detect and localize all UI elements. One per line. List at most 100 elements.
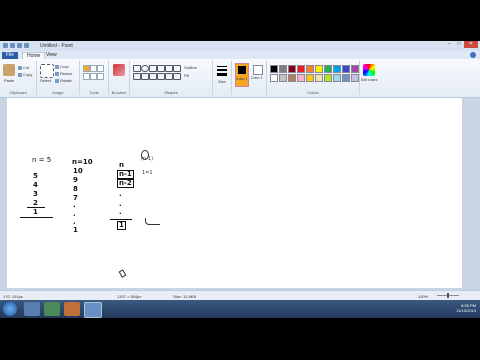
edit-colors-button[interactable]: Edit colors — [361, 78, 377, 82]
pencil-icon[interactable] — [83, 65, 90, 72]
color-swatch[interactable] — [342, 74, 350, 82]
arrow-shape-icon[interactable] — [173, 65, 181, 72]
color-swatch[interactable] — [306, 65, 314, 73]
callout-shape-icon[interactable] — [141, 73, 149, 80]
fill-button[interactable]: Fill — [184, 73, 189, 78]
rectangle-shape-icon[interactable] — [149, 65, 157, 72]
color-swatch[interactable] — [270, 74, 278, 82]
zoom-slider-thumb[interactable] — [447, 293, 449, 298]
color-picker-icon[interactable] — [90, 73, 97, 80]
color-swatch[interactable] — [270, 65, 278, 73]
diamond-shape-icon[interactable] — [165, 65, 173, 72]
color-swatch[interactable] — [315, 65, 323, 73]
rotate-button[interactable]: Rotate — [55, 78, 72, 83]
undo-icon[interactable] — [17, 43, 22, 48]
col3-item: . — [119, 200, 122, 208]
outline-button[interactable]: Outline — [184, 65, 197, 70]
minimize-button[interactable]: – — [444, 41, 454, 48]
color-swatch[interactable] — [333, 74, 341, 82]
color-swatch[interactable] — [342, 65, 350, 73]
drawing-canvas[interactable]: n = 5 5 4 3 2 1 n=10 10 9 8 7 . . . 1 n … — [7, 98, 462, 288]
cursor-position: 170, 191px — [3, 294, 23, 299]
col2-value: 1 — [73, 226, 78, 234]
col1-value: 5 — [33, 172, 38, 180]
color-swatch[interactable] — [279, 65, 287, 73]
resize-icon — [55, 71, 59, 76]
color1-swatch — [238, 66, 246, 74]
system-clock[interactable]: 8:35 PM 11/10/2013 — [456, 303, 476, 313]
eraser-icon[interactable] — [83, 73, 90, 80]
group-image: Select Crop Resize Rotate Image — [37, 61, 80, 95]
color-swatch[interactable] — [351, 65, 359, 73]
select-button[interactable]: Select — [40, 78, 51, 83]
paste-icon[interactable] — [3, 64, 15, 76]
copy-icon — [18, 72, 22, 77]
triangle-shape-icon[interactable] — [157, 65, 165, 72]
col1-value: 1 — [33, 208, 38, 216]
color2-button[interactable]: Color 2 — [251, 63, 263, 85]
group-label: Colors — [307, 90, 319, 95]
underline — [20, 217, 53, 218]
col3-item: . — [119, 208, 122, 216]
taskbar-firefox-icon[interactable] — [64, 302, 80, 316]
taskbar-paint-icon[interactable] — [84, 302, 102, 318]
hexagon-shape-icon[interactable] — [165, 73, 173, 80]
color-swatch[interactable] — [351, 74, 359, 82]
canvas-workspace: n = 5 5 4 3 2 1 n=10 10 9 8 7 . . . 1 n … — [0, 98, 480, 290]
close-button[interactable]: ✕ — [464, 41, 478, 48]
color-swatch[interactable] — [279, 74, 287, 82]
crop-button[interactable]: Crop — [55, 64, 69, 69]
group-tools: Tools — [80, 61, 109, 95]
paste-button[interactable]: Paste — [4, 78, 14, 83]
maximize-button[interactable]: □ — [454, 41, 464, 48]
star-shape-icon[interactable] — [133, 73, 141, 80]
taskbar-media-icon[interactable] — [44, 302, 60, 316]
line-shape-icon[interactable] — [133, 65, 141, 72]
size-button[interactable]: Size — [218, 79, 226, 84]
zoom-level: 100% — [418, 294, 429, 299]
color-swatch[interactable] — [333, 65, 341, 73]
tab-file[interactable]: File — [2, 52, 19, 59]
cut-button[interactable]: Cut — [18, 65, 29, 70]
group-label: Clipboard — [9, 90, 27, 95]
col2-value: 10 — [73, 167, 83, 175]
brush-icon[interactable] — [113, 64, 125, 76]
resize-button[interactable]: Resize — [55, 71, 72, 76]
color-swatch[interactable] — [324, 74, 332, 82]
heart-shape-icon[interactable] — [149, 73, 157, 80]
color-swatch[interactable] — [297, 74, 305, 82]
pencil-cursor-icon — [118, 269, 127, 278]
quick-access-toolbar — [3, 43, 29, 48]
lightning-shape-icon[interactable] — [157, 73, 165, 80]
fill-icon[interactable] — [90, 65, 97, 72]
select-icon[interactable] — [40, 64, 54, 78]
window-controls: – □ ✕ — [444, 41, 478, 48]
magnifier-icon[interactable] — [97, 73, 104, 80]
color1-button[interactable]: Color 1 — [235, 63, 249, 87]
color-swatch[interactable] — [324, 65, 332, 73]
save-icon[interactable] — [10, 43, 15, 48]
text-icon[interactable] — [97, 65, 104, 72]
edit-colors-icon[interactable] — [363, 64, 375, 76]
group-shapes: Outline Fill Shapes — [130, 61, 213, 95]
tab-view[interactable]: View — [42, 52, 61, 59]
oval-shape-icon[interactable] — [141, 65, 149, 72]
taskbar: 8:35 PM 11/10/2013 — [0, 300, 480, 318]
help-icon[interactable] — [470, 52, 476, 58]
group-label: Brushes — [111, 90, 127, 95]
taskbar-explorer-icon[interactable] — [24, 302, 40, 316]
color-swatch[interactable] — [288, 65, 296, 73]
pentagon-shape-icon[interactable] — [173, 73, 181, 80]
copy-button[interactable]: Copy — [18, 72, 32, 77]
paint-app-icon[interactable] — [3, 43, 8, 48]
ribbon-tabs: File Home View — [0, 51, 480, 60]
color-swatch[interactable] — [297, 65, 305, 73]
redo-icon[interactable] — [24, 43, 29, 48]
color-swatch[interactable] — [288, 74, 296, 82]
color-swatch[interactable] — [315, 74, 323, 82]
color-swatch[interactable] — [306, 74, 314, 82]
col2-value: . — [73, 201, 76, 209]
start-button[interactable] — [3, 302, 17, 316]
color2-swatch — [253, 65, 263, 75]
image-dimensions: 1307 × 554px — [117, 294, 142, 299]
